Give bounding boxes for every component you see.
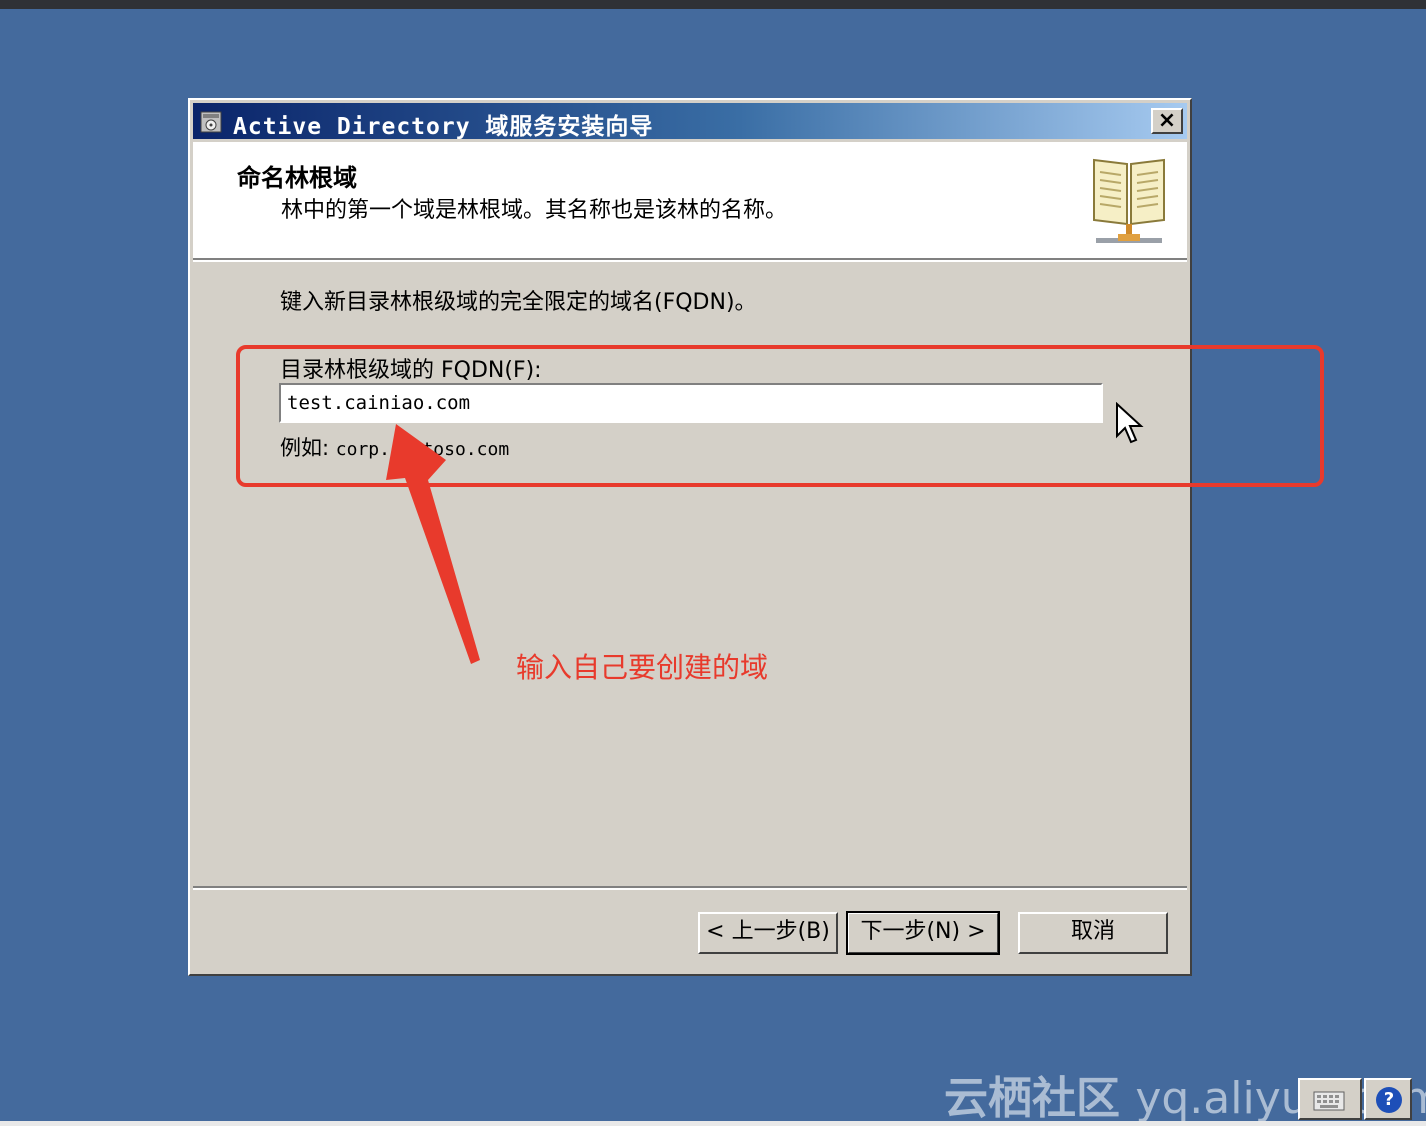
- help-icon: ?: [1376, 1087, 1402, 1113]
- mouse-cursor-icon: [1116, 402, 1144, 444]
- window-title: Active Directory 域服务安装向导: [233, 114, 654, 140]
- close-icon: ×: [1157, 108, 1177, 133]
- instruction-text: 键入新目录林根级域的完全限定的域名(FQDN)。: [280, 290, 757, 315]
- header-divider-highlight: [193, 260, 1187, 262]
- close-button[interactable]: ×: [1151, 108, 1183, 134]
- watermark-brand: 云栖社区: [944, 1073, 1120, 1124]
- annotation-text: 输入自己要创建的域: [516, 651, 769, 684]
- page-title: 命名林根域: [237, 164, 357, 192]
- wizard-header: 命名林根域 林中的第一个域是林根域。其名称也是该林的名称。: [193, 142, 1187, 258]
- keyboard-tray-button[interactable]: [1298, 1078, 1362, 1120]
- next-button[interactable]: 下一步(N) >: [846, 911, 1000, 955]
- server-icon: [200, 111, 222, 133]
- highlight-box: [236, 345, 1324, 487]
- cancel-button[interactable]: 取消: [1018, 912, 1168, 954]
- page-subtitle: 林中的第一个域是林根域。其名称也是该林的名称。: [281, 198, 788, 223]
- book-icon: [1093, 158, 1165, 243]
- wizard-dialog: Active Directory 域服务安装向导 × 命名林根域 林中的第一个域…: [188, 98, 1192, 976]
- back-button[interactable]: < 上一步(B): [698, 912, 838, 954]
- help-tray-button[interactable]: ?: [1364, 1078, 1412, 1120]
- footer-divider-highlight: [193, 888, 1187, 890]
- title-bar[interactable]: Active Directory 域服务安装向导 ×: [193, 103, 1187, 140]
- keyboard-icon: [1313, 1091, 1345, 1111]
- bottom-bar: [0, 1121, 1426, 1126]
- top-bar: [0, 0, 1426, 9]
